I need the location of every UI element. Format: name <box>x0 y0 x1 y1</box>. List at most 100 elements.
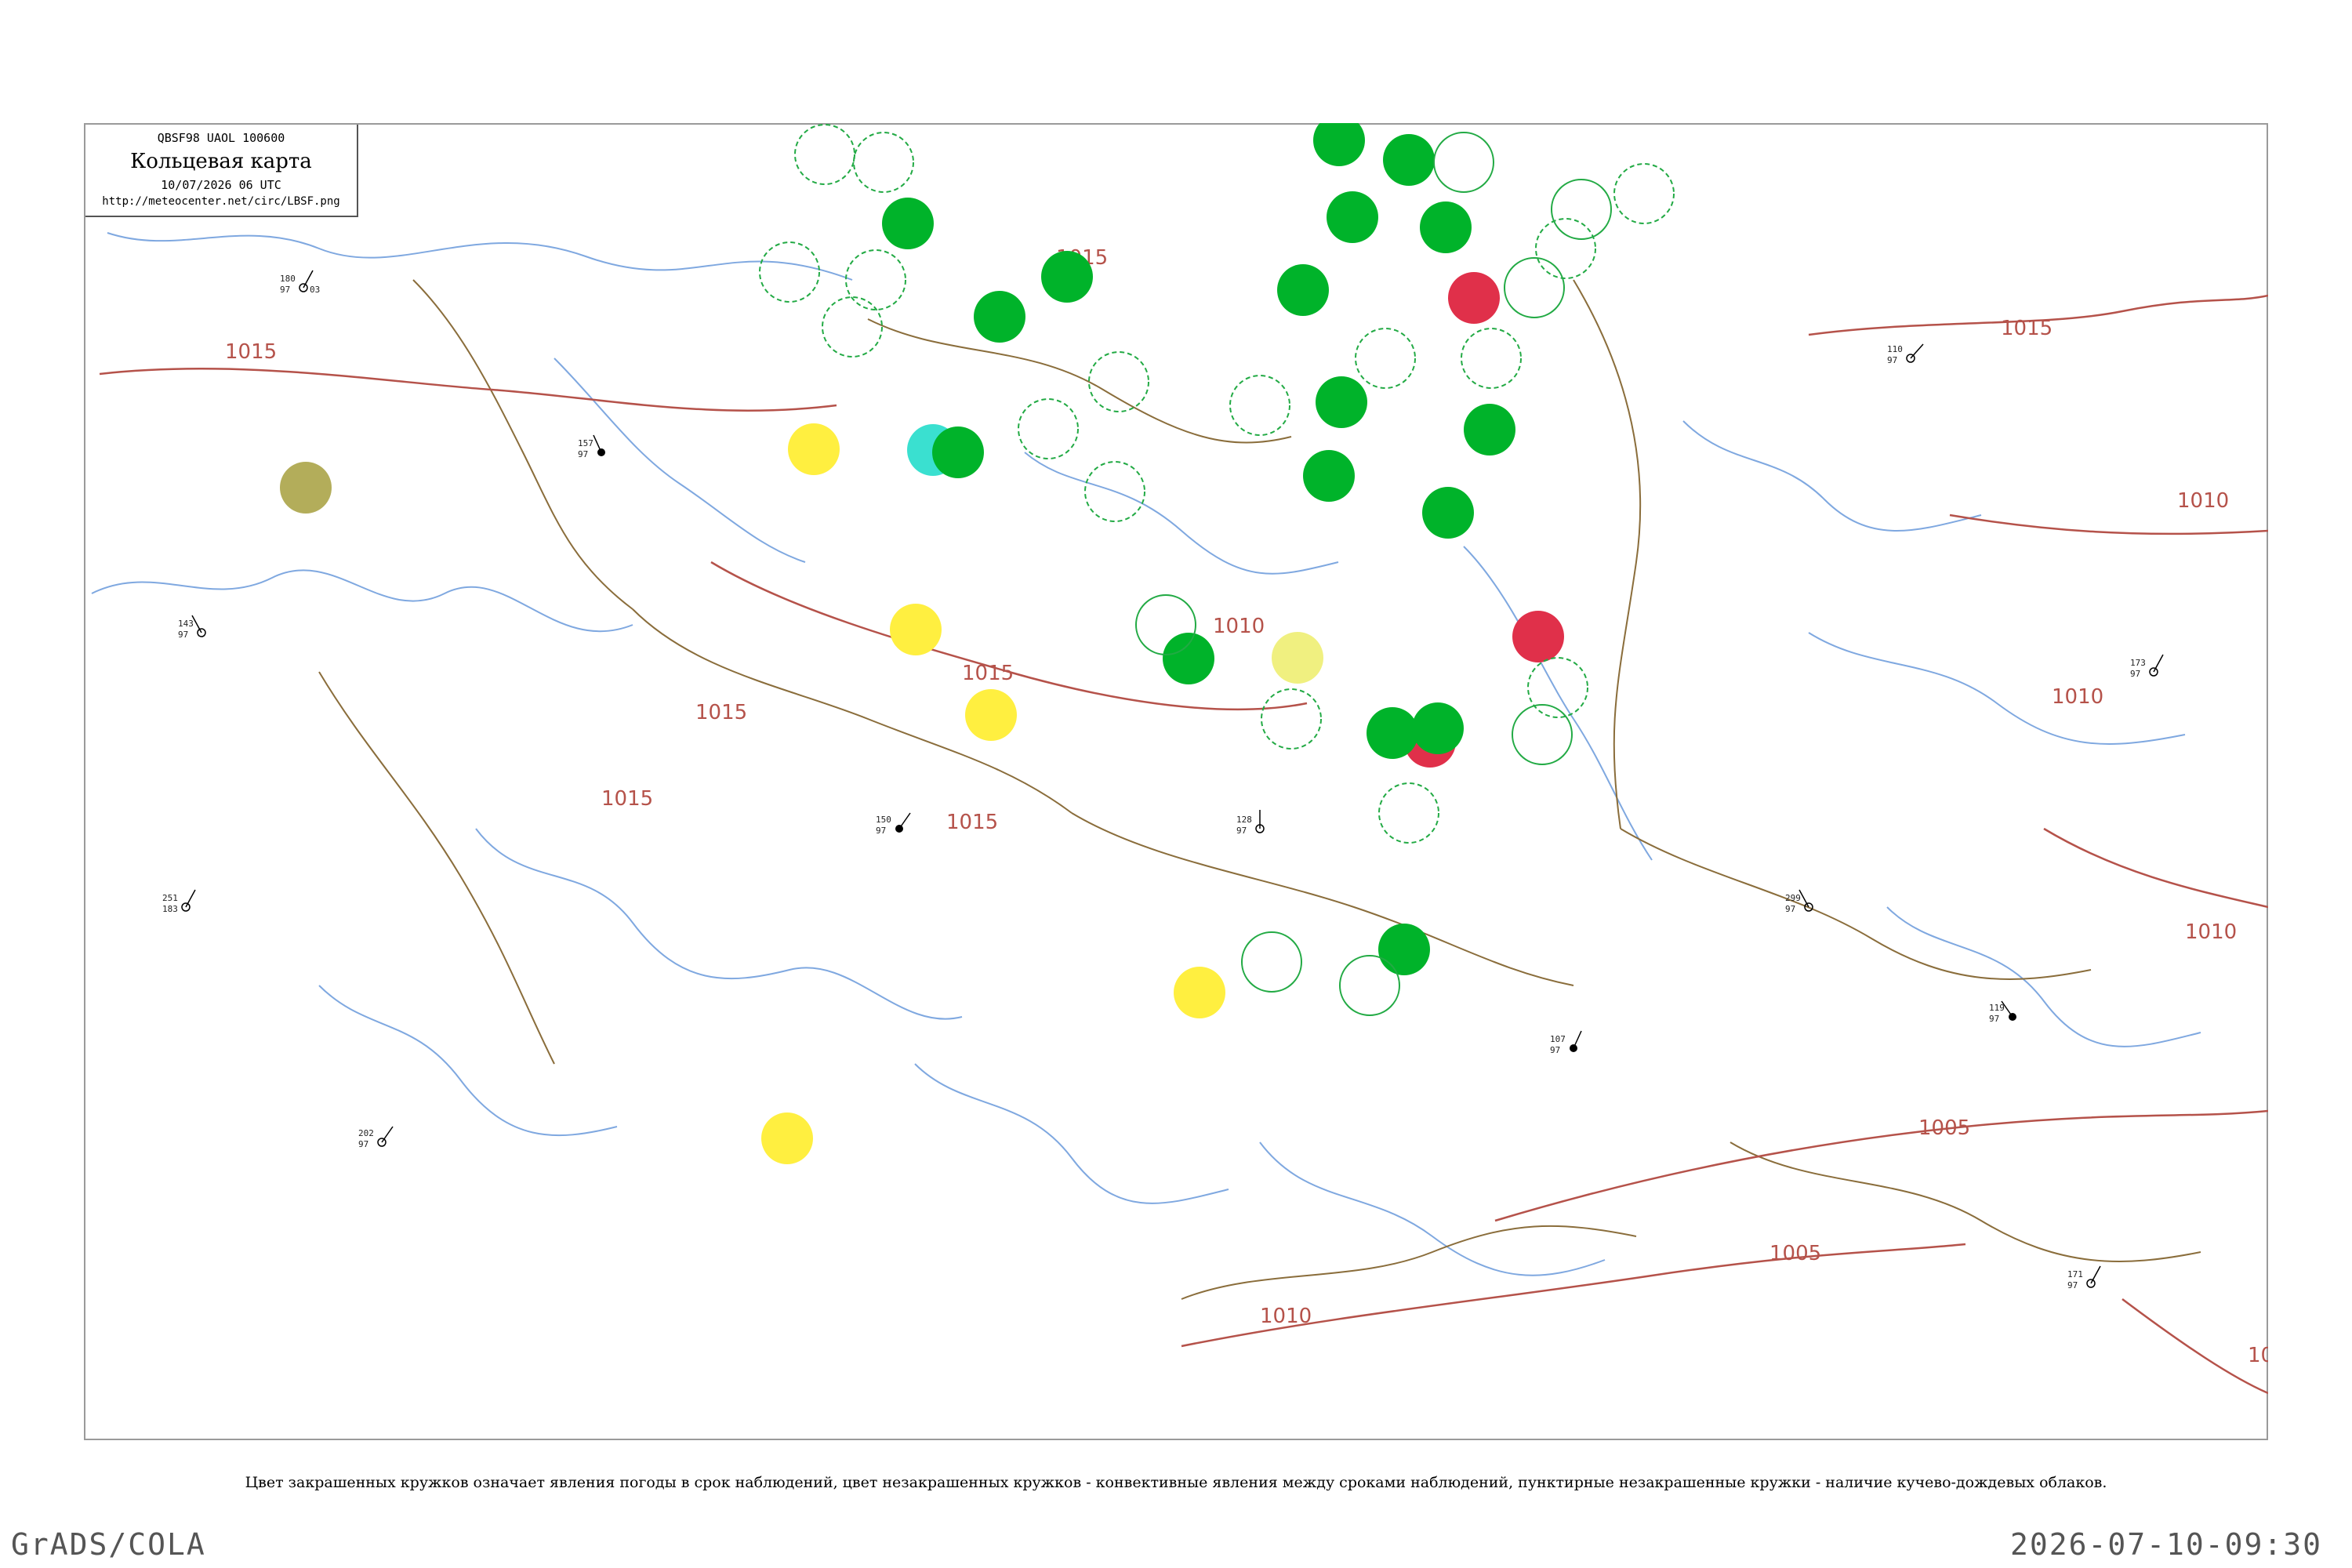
cb-circle <box>845 249 906 310</box>
conv-circle <box>1135 594 1196 655</box>
weather-circle-rain <box>882 198 934 249</box>
conv-circle <box>1504 257 1565 318</box>
station-temp: 299 <box>1785 893 1801 903</box>
isobar-label: 1015 <box>601 787 653 811</box>
station-temp: 107 <box>1550 1034 1566 1044</box>
conv-circle <box>1551 179 1612 240</box>
station-pressure: 97 <box>178 630 188 640</box>
station-pressure: 97 <box>280 285 290 295</box>
isobars <box>99 294 2268 1395</box>
weather-circle-rain <box>1367 707 1418 759</box>
isobar-label: 1010 <box>2185 920 2237 944</box>
weather-circle-thunderstorm <box>1512 611 1564 662</box>
conv-circle <box>1433 132 1494 193</box>
station-plot: 180 97 03 <box>280 270 320 295</box>
coastlines <box>91 232 2201 1276</box>
station-plot: 251 183 <box>162 889 196 914</box>
isobar-label: 1010 <box>2052 685 2103 709</box>
weather-circle-fog <box>1174 967 1225 1018</box>
isobar-label: 1010 <box>1260 1305 1312 1328</box>
weather-circle-rain <box>1163 633 1214 684</box>
weather-circle-thunderstorm <box>1448 272 1500 324</box>
station-temp: 180 <box>280 274 296 284</box>
weather-circle-rain <box>1383 134 1435 186</box>
station-temp: 157 <box>578 438 593 448</box>
station-pressure: 97 <box>578 449 588 459</box>
station-temp: 143 <box>178 619 194 629</box>
isobar-label: 1010 <box>1213 615 1265 638</box>
station-temp: 119 <box>1989 1003 2005 1013</box>
station-plot: 150 97 <box>876 812 911 836</box>
isobar-label: 1010 <box>2177 489 2229 513</box>
station-pressure: 97 <box>1785 904 1795 914</box>
isobar-label: 1015 <box>2001 317 2053 340</box>
station-temp: 251 <box>162 893 178 903</box>
weather-circle-rain <box>1378 924 1430 975</box>
cb-circle <box>1018 398 1079 459</box>
weather-circle-fog <box>788 423 840 475</box>
weather-circle-rain <box>932 426 984 478</box>
station-pressure: 97 <box>1887 355 1897 365</box>
station-plot: 299 97 <box>1785 889 1813 914</box>
weather-circle-rain <box>974 291 1025 343</box>
station-plot: 110 97 <box>1887 343 1924 365</box>
cb-circle <box>1229 375 1290 436</box>
weather-circle-rain <box>1420 201 1472 253</box>
cb-circle <box>1355 328 1416 389</box>
station-temp: 171 <box>2067 1269 2083 1279</box>
weather-circle-fog <box>890 604 942 655</box>
map-url: http://meteocenter.net/circ/LBSF.png <box>102 195 340 208</box>
isobar-label: 1015 <box>962 662 1014 685</box>
station-pressure: 183 <box>162 904 178 914</box>
weather-circle-rain <box>1277 264 1329 316</box>
map-title: Кольцевая карта <box>130 150 312 173</box>
weather-circle-rain <box>1464 404 1515 456</box>
weather-circle-haze <box>1272 632 1323 684</box>
weather-circle-rain <box>1412 702 1464 754</box>
station-pressure: 97 <box>358 1139 368 1149</box>
outline-circles <box>759 124 1675 1016</box>
legend-text: Цвет закрашенных кружков означает явлени… <box>245 1474 2107 1491</box>
cb-circle <box>1461 328 1522 389</box>
cb-circle <box>759 241 820 303</box>
station-plot: 143 97 <box>178 615 206 640</box>
station-plot: 173 97 <box>2130 654 2164 679</box>
station-pressure: 97 <box>2067 1280 2078 1290</box>
station-plots: 180 97 03 157 97 150 97 128 97 110 97 11… <box>162 270 2164 1290</box>
weather-circle-fog <box>965 689 1017 741</box>
cb-circle <box>853 132 914 193</box>
station-pressure: 97 <box>1236 826 1247 836</box>
station-plot: 128 97 <box>1236 810 1265 836</box>
weather-circle-rain <box>1422 487 1474 539</box>
map-title-box: QBSF98 UAOL 100600 Кольцевая карта 10/07… <box>85 125 358 217</box>
isobar-label: 10 <box>2248 1344 2268 1367</box>
footer-timestamp: 2026-07-10-09:30 <box>2009 1527 2322 1562</box>
station-tendency: 03 <box>310 285 320 295</box>
cb-circle <box>1613 163 1675 224</box>
station-temp: 150 <box>876 815 891 825</box>
station-plot: 202 97 <box>358 1126 394 1149</box>
station-pressure: 97 <box>1989 1014 1999 1024</box>
station-pressure: 97 <box>1550 1045 1560 1055</box>
isobar-labels: 1015 1015 1015 1015 1015 1015 1015 1010 … <box>225 246 2268 1367</box>
cb-circle <box>822 296 883 358</box>
isobar-label: 1015 <box>225 340 277 364</box>
station-plot: 171 97 <box>2067 1265 2101 1290</box>
weather-circle-rain <box>1316 376 1367 428</box>
station-plot: 119 97 <box>1989 1000 2016 1024</box>
cb-circle <box>1378 782 1439 844</box>
cb-circle <box>1088 351 1149 412</box>
cb-circle <box>1261 688 1322 750</box>
station-pressure: 97 <box>2130 669 2140 679</box>
isobar-label: 1005 <box>1918 1116 1970 1140</box>
bulletin-header: QBSF98 UAOL 100600 <box>157 131 285 145</box>
cb-circle <box>1535 218 1596 279</box>
isobar-label: 1005 <box>1769 1242 1821 1265</box>
cb-circle <box>794 124 855 185</box>
station-temp: 202 <box>358 1128 374 1138</box>
isobar-label: 1015 <box>695 701 747 724</box>
weather-circle-rain <box>1041 251 1093 303</box>
conv-circle <box>1339 955 1400 1016</box>
filled-weather-circles <box>280 123 1564 1164</box>
weather-circle-rain <box>1327 191 1378 243</box>
